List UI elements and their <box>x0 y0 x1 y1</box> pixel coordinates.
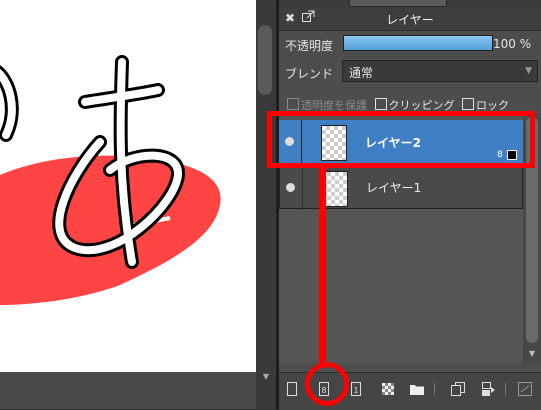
merge-down-icon[interactable] <box>480 381 496 397</box>
toolbar-separator <box>505 383 506 395</box>
svg-text:1: 1 <box>353 386 358 395</box>
canvas-status-bar <box>0 372 256 409</box>
new-halftone-layer-icon[interactable] <box>380 381 396 397</box>
opacity-label: 不透明度 <box>285 39 334 53</box>
new-layer-icon[interactable] <box>284 381 300 397</box>
panel-header: ✖ レイヤー <box>279 8 541 31</box>
visibility-eye-icon[interactable] <box>286 183 295 192</box>
highlight-connector <box>319 168 326 368</box>
scroll-down-arrow-icon[interactable]: ▼ <box>526 349 538 358</box>
new-folder-icon[interactable] <box>409 381 425 397</box>
blend-mode-select[interactable]: 通常 ▼ <box>342 60 538 82</box>
drawing-canvas[interactable] <box>0 0 256 372</box>
blend-mode-value: 通常 <box>349 66 374 80</box>
checkbox-icon <box>374 98 387 110</box>
new-1bit-layer-icon[interactable]: 1 <box>348 381 364 397</box>
toolbar-separator <box>434 383 435 395</box>
layer-row[interactable]: レイヤー1 <box>279 165 523 210</box>
checkbox-icon <box>462 98 474 110</box>
opacity-slider[interactable] <box>343 35 493 51</box>
blend-label: ブレンド <box>285 67 334 81</box>
canvas-scroll-thumb[interactable] <box>258 25 272 95</box>
canvas-vertical-scrollbar[interactable] <box>256 0 276 409</box>
red-paint-stroke <box>0 155 221 305</box>
scroll-down-arrow-icon[interactable]: ▼ <box>260 372 272 382</box>
panel-title: レイヤー <box>386 13 434 27</box>
panel-tab-strip <box>279 0 541 8</box>
highlight-box <box>267 111 535 168</box>
opacity-value: 100 % <box>493 37 532 51</box>
mask-icon[interactable] <box>517 381 533 397</box>
panel-tab[interactable] <box>349 0 447 7</box>
dropdown-arrow-icon: ▼ <box>525 66 532 76</box>
highlight-circle <box>305 362 349 406</box>
canvas-artwork <box>0 55 221 305</box>
row-separator <box>302 166 303 210</box>
checkbox-icon <box>287 98 299 110</box>
opacity-slider-fill <box>344 36 492 50</box>
duplicate-layer-icon[interactable] <box>450 381 466 397</box>
layer-name: レイヤー1 <box>366 181 422 195</box>
